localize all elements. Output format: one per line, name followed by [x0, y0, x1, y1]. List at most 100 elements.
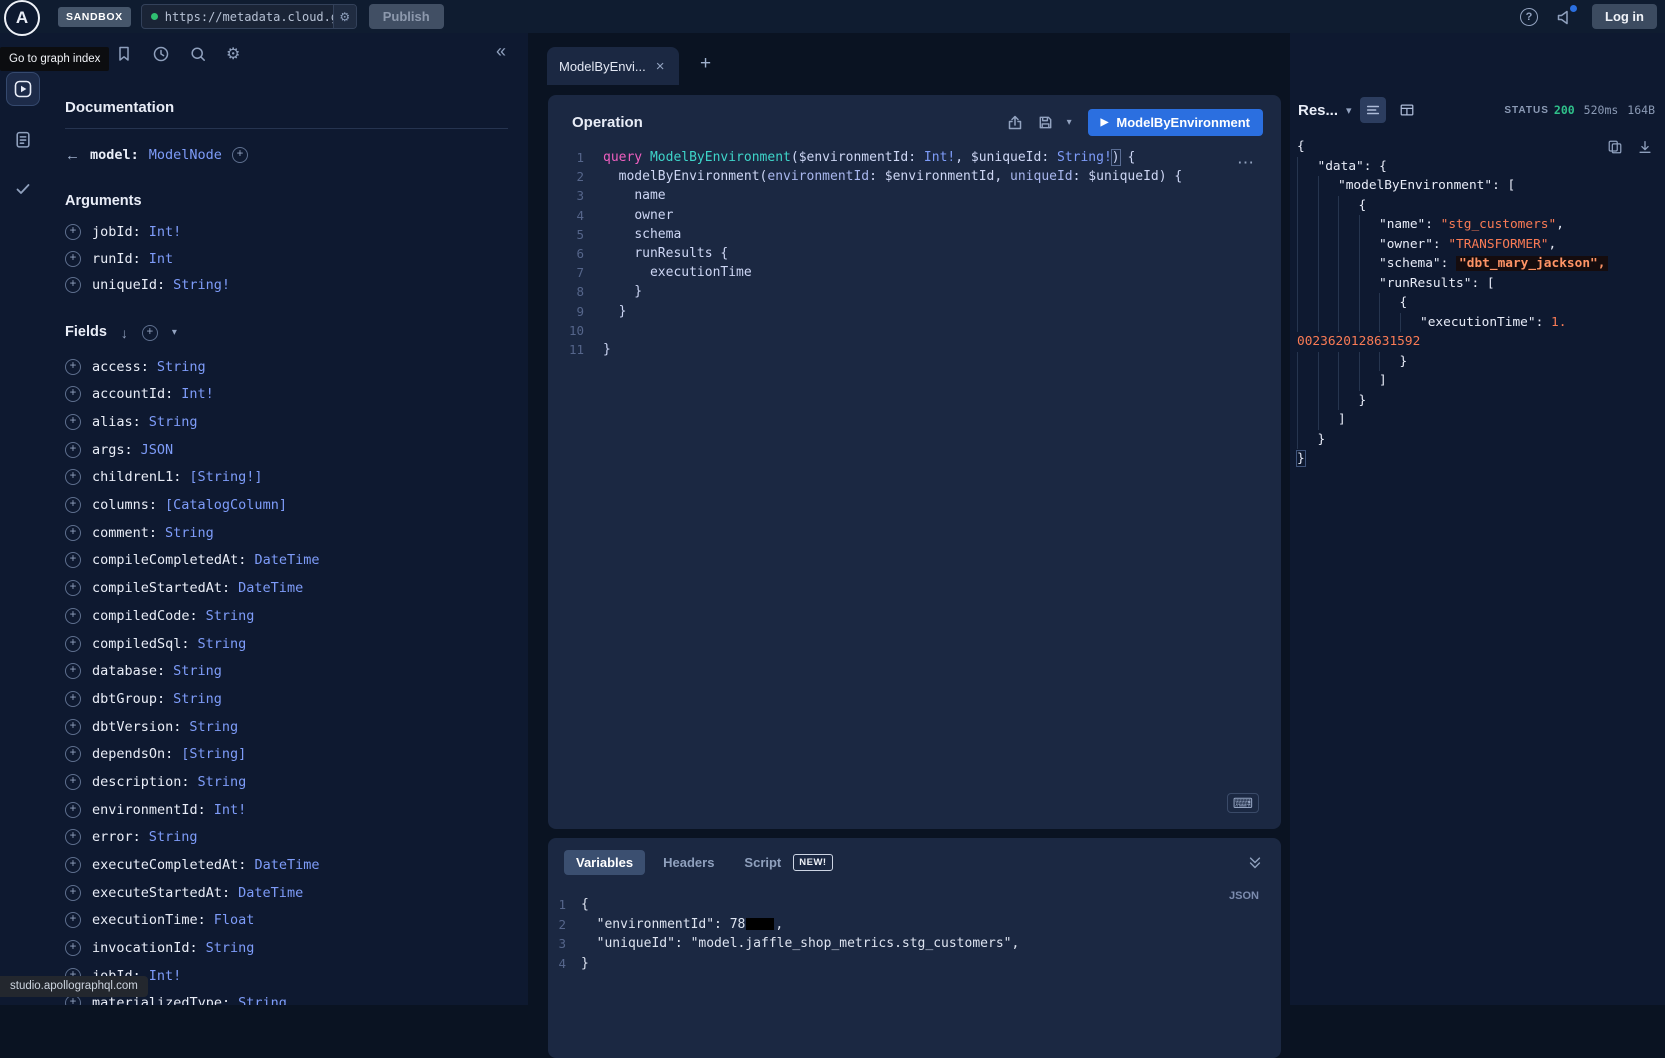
- field-row[interactable]: +compileStartedAt:DateTime: [65, 574, 508, 602]
- field-row[interactable]: +access:String: [65, 353, 508, 381]
- code-line[interactable]: 3 "uniqueId": "model.jaffle_shop_metrics…: [548, 934, 1281, 954]
- download-response-icon[interactable]: [1637, 139, 1653, 155]
- field-type[interactable]: Int!: [214, 802, 247, 818]
- bookmark-icon[interactable]: [115, 45, 133, 63]
- add-to-operation-icon[interactable]: +: [65, 663, 81, 679]
- add-to-operation-icon[interactable]: +: [65, 774, 81, 790]
- add-to-operation-icon[interactable]: +: [65, 277, 81, 293]
- add-type-icon[interactable]: +: [232, 147, 248, 163]
- field-row[interactable]: +compileCompletedAt:DateTime: [65, 547, 508, 575]
- response-dropdown-chevron[interactable]: ▾: [1346, 104, 1352, 117]
- field-type[interactable]: String: [206, 940, 255, 956]
- checklist-nav-icon[interactable]: [6, 172, 40, 206]
- argument-type[interactable]: String!: [173, 277, 230, 293]
- add-to-operation-icon[interactable]: +: [65, 885, 81, 901]
- save-dropdown-chevron[interactable]: ▾: [1067, 117, 1072, 128]
- add-to-operation-icon[interactable]: +: [65, 251, 81, 267]
- code-line[interactable]: 7 executionTime: [548, 263, 1281, 282]
- collapse-panel-icon[interactable]: «: [496, 41, 506, 62]
- graph-url-value[interactable]: https://metadata.cloud.get: [165, 10, 333, 24]
- field-type[interactable]: String: [206, 608, 255, 624]
- field-row[interactable]: +compiledCode:String: [65, 602, 508, 630]
- explorer-nav-icon[interactable]: [6, 72, 40, 106]
- field-type[interactable]: [String]: [181, 746, 246, 762]
- code-line[interactable]: 1{: [548, 895, 1281, 915]
- field-row[interactable]: +dbtGroup:String: [65, 685, 508, 713]
- back-icon[interactable]: ←: [65, 147, 80, 164]
- add-to-operation-icon[interactable]: +: [65, 525, 81, 541]
- add-to-operation-icon[interactable]: +: [65, 636, 81, 652]
- argument-type[interactable]: Int!: [149, 224, 182, 240]
- field-row[interactable]: +alias:String: [65, 408, 508, 436]
- argument-row[interactable]: +uniqueId:String!: [65, 272, 508, 299]
- add-to-operation-icon[interactable]: +: [65, 940, 81, 956]
- operation-tab[interactable]: ModelByEnvi... ×: [547, 47, 679, 85]
- apollo-logo[interactable]: A: [4, 0, 40, 36]
- operation-editor[interactable]: 1query ModelByEnvironment($environmentId…: [548, 148, 1281, 359]
- sort-icon[interactable]: ↓: [121, 325, 128, 341]
- add-to-operation-icon[interactable]: +: [65, 912, 81, 928]
- code-line[interactable]: 9 }: [548, 302, 1281, 321]
- field-row[interactable]: +columns:[CatalogColumn]: [65, 491, 508, 519]
- variables-editor[interactable]: 1{2 "environmentId": 78,3 "uniqueId": "m…: [548, 895, 1281, 973]
- field-type[interactable]: DateTime: [254, 552, 319, 568]
- add-to-operation-icon[interactable]: +: [65, 857, 81, 873]
- code-line[interactable]: 10: [548, 321, 1281, 340]
- add-to-operation-icon[interactable]: +: [65, 580, 81, 596]
- add-to-operation-icon[interactable]: +: [65, 359, 81, 375]
- field-type[interactable]: Float: [214, 912, 255, 928]
- code-line[interactable]: 2 "environmentId": 78,: [548, 915, 1281, 935]
- field-type[interactable]: DateTime: [254, 857, 319, 873]
- code-line[interactable]: 5 schema: [548, 225, 1281, 244]
- save-operation-icon[interactable]: [1037, 114, 1054, 131]
- add-to-operation-icon[interactable]: +: [65, 386, 81, 402]
- chevron-down-icon[interactable]: ▾: [172, 327, 177, 338]
- add-to-operation-icon[interactable]: +: [65, 691, 81, 707]
- add-to-operation-icon[interactable]: +: [65, 224, 81, 240]
- add-to-operation-icon[interactable]: +: [65, 442, 81, 458]
- field-type[interactable]: String: [173, 691, 222, 707]
- field-row[interactable]: +description:String: [65, 768, 508, 796]
- field-type[interactable]: DateTime: [238, 580, 303, 596]
- publish-button[interactable]: Publish: [369, 4, 444, 29]
- field-type[interactable]: DateTime: [238, 885, 303, 901]
- code-line[interactable]: 1query ModelByEnvironment($environmentId…: [548, 148, 1281, 167]
- code-line[interactable]: 4 owner: [548, 206, 1281, 225]
- field-type[interactable]: Int!: [181, 386, 214, 402]
- login-button[interactable]: Log in: [1592, 4, 1657, 29]
- code-line[interactable]: 2 modelByEnvironment(environmentId: $env…: [548, 167, 1281, 186]
- settings-icon[interactable]: ⚙: [226, 44, 240, 64]
- field-type[interactable]: String: [149, 829, 198, 845]
- add-to-operation-icon[interactable]: +: [65, 802, 81, 818]
- add-to-operation-icon[interactable]: +: [65, 746, 81, 762]
- announcements-icon[interactable]: [1556, 8, 1574, 26]
- tab-script[interactable]: Script: [732, 850, 785, 875]
- add-to-operation-icon[interactable]: +: [65, 414, 81, 430]
- add-to-operation-icon[interactable]: +: [65, 497, 81, 513]
- field-row[interactable]: +database:String: [65, 657, 508, 685]
- add-to-operation-icon[interactable]: +: [65, 719, 81, 735]
- code-line[interactable]: 8 }: [548, 282, 1281, 301]
- field-row[interactable]: +dbtVersion:String: [65, 713, 508, 741]
- code-line[interactable]: 4}: [548, 954, 1281, 974]
- tab-headers[interactable]: Headers: [651, 850, 726, 875]
- field-type[interactable]: String: [238, 995, 287, 1005]
- argument-row[interactable]: +runId:Int: [65, 246, 508, 273]
- table-view-button[interactable]: [1394, 97, 1420, 123]
- copy-response-icon[interactable]: [1607, 139, 1623, 155]
- add-to-operation-icon[interactable]: +: [65, 608, 81, 624]
- editor-menu-icon[interactable]: ⋯: [1237, 153, 1255, 173]
- field-row[interactable]: +comment:String: [65, 519, 508, 547]
- field-type[interactable]: String: [189, 719, 238, 735]
- field-row[interactable]: +error:String: [65, 823, 508, 851]
- field-row[interactable]: +executeStartedAt:DateTime: [65, 879, 508, 907]
- field-type[interactable]: String: [149, 414, 198, 430]
- field-row[interactable]: +accountId:Int!: [65, 380, 508, 408]
- schema-nav-icon[interactable]: [6, 122, 40, 156]
- field-row[interactable]: +executeCompletedAt:DateTime: [65, 851, 508, 879]
- new-tab-button[interactable]: +: [700, 53, 711, 75]
- field-type[interactable]: String: [165, 525, 214, 541]
- field-type[interactable]: String: [198, 774, 247, 790]
- tab-close-icon[interactable]: ×: [656, 58, 665, 75]
- add-to-operation-icon[interactable]: +: [65, 829, 81, 845]
